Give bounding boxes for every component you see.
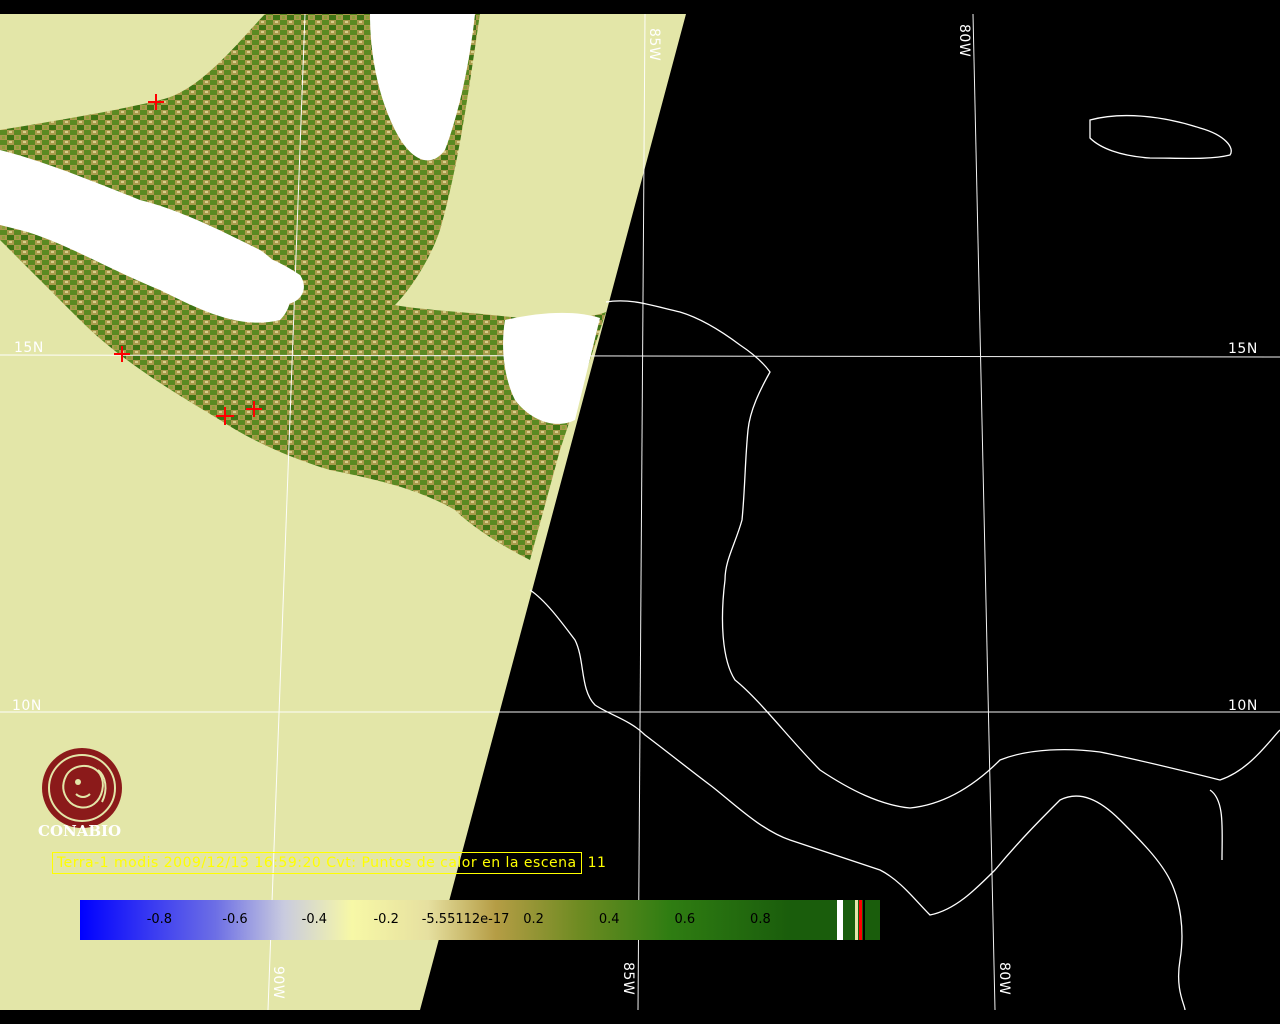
colorbar-tick-label: -0.4 (301, 912, 328, 927)
colorbar-tick-label: 0.2 (523, 912, 544, 927)
lon-label-85w: 85W (620, 962, 636, 996)
lat-label-10n: 10N (12, 698, 42, 714)
colorbar-tick-label: -0.2 (373, 912, 399, 927)
colorbar-night-class (863, 900, 865, 940)
colorbar-tick-label: 0.8 (750, 912, 771, 927)
lat-label-10n-right: 10N (1228, 698, 1258, 714)
lon-label-80w-top: 80W (956, 24, 972, 58)
colorbar-fire-class (859, 900, 862, 940)
lon-label-85w-top: 85W (646, 28, 662, 62)
colorbar-tick-label: -0.6 (222, 912, 248, 927)
colorbar-land-class (855, 900, 858, 940)
colorbar-tick-label: -5.55112e-17 (421, 912, 510, 927)
logo-label: CONABIO (38, 822, 122, 840)
scene-caption: Terra-1 modis 2009/12/13 16:59:20 Cvt: P… (52, 852, 607, 874)
colorbar-tick-label: -0.8 (146, 912, 173, 927)
lat-label-15n-right: 15N (1228, 341, 1258, 357)
colorbar-cloud-class (837, 900, 843, 940)
colorbar-tick-label: 0.4 (598, 912, 620, 927)
map-viewer: 15N 15N 10N 10N 90W 85W 85W 80W 80W CONA… (0, 0, 1280, 1024)
lon-label-90w: 90W (270, 966, 286, 1000)
colorbar-tick-label: 0.6 (674, 912, 696, 927)
lat-label-15n: 15N (14, 340, 44, 356)
lon-label-80w: 80W (996, 962, 1012, 996)
caption-text: Terra-1 modis 2009/12/13 16:59:20 Cvt: P… (52, 852, 582, 874)
hotspot-count: 11 (587, 855, 607, 871)
